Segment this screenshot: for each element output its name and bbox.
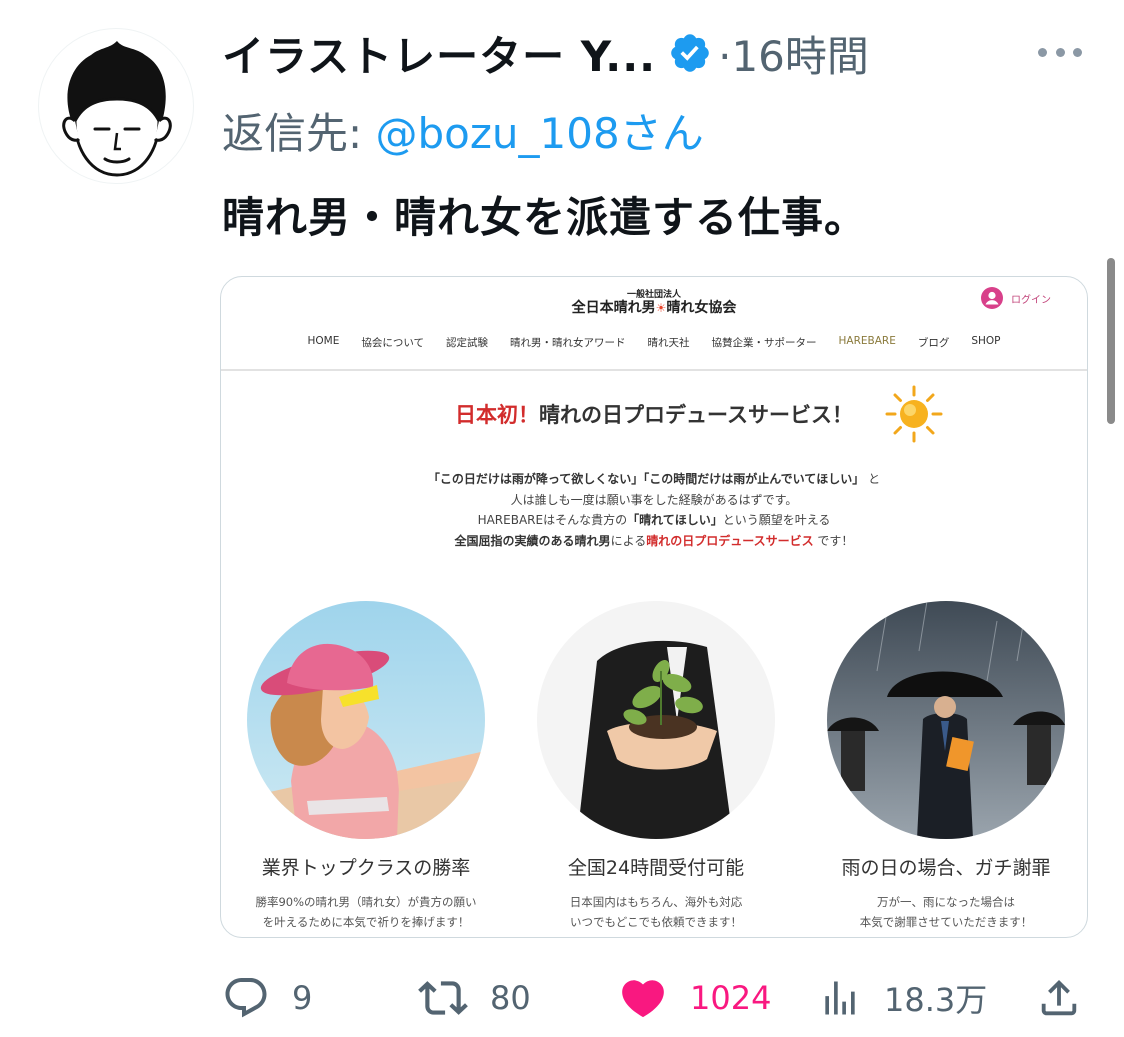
nav-item-award: 晴れ男・晴れ女アワード	[510, 337, 626, 349]
tweet-text: 晴れ男・晴れ女を派遣する仕事。	[222, 193, 868, 242]
nav-item-shop: SHOP	[971, 335, 1001, 347]
feature-description: 日本国内はもちろん、海外も対応 いつでもどこでも依頼できます！	[521, 892, 791, 932]
tweet-image-card[interactable]: 一般社団法人 全日本晴れ男☀晴れ女協会 ログイン HOME 協会について 認定試…	[220, 276, 1088, 938]
headline-rest: 晴れの日プロデュースサービス！	[539, 403, 853, 427]
reply-handle-link[interactable]: @bozu_108さん	[376, 109, 704, 158]
nav-item-sponsors: 協賛企業・サポーター	[711, 337, 817, 349]
headline-red: 日本初！	[455, 403, 540, 427]
headline: 日本初！晴れの日プロデュースサービス！	[221, 399, 1087, 429]
nav-item-exam: 認定試験	[446, 337, 489, 349]
site-title-part-a: 全日本晴れ男	[571, 300, 656, 316]
like-count: 1024	[690, 979, 772, 1017]
feature-photo-girl	[247, 601, 485, 839]
feature-desc-line2: いつでもどこでも依頼できます！	[570, 915, 742, 929]
views-count: 18.3万	[884, 981, 988, 1019]
feature-description: 万が一、雨になった場合は 本気で謝罪させていただきます！	[811, 892, 1081, 932]
login-link: ログイン	[981, 287, 1051, 309]
nav-divider	[221, 369, 1087, 371]
nav-item-harebare-sha: 晴れ天社	[647, 337, 690, 349]
intro-line2: 人は誰しも一度は願い事をした経験があるはずです。	[510, 492, 798, 507]
heart-icon	[622, 980, 664, 1018]
retweet-button[interactable]: 80	[418, 970, 531, 1026]
share-button[interactable]	[1036, 970, 1082, 1026]
intro-line4-b: による	[610, 533, 647, 548]
intro-line3-a: HAREBAREはそんな貴方の	[477, 513, 628, 527]
feature-title: 全国24時間受付可能	[567, 857, 745, 879]
site-title: 全日本晴れ男☀晴れ女協会	[221, 297, 1087, 317]
scrollbar[interactable]	[1107, 258, 1115, 424]
feature-apology: 雨の日の場合、ガチ謝罪 万が一、雨になった場合は 本気で謝罪させていただきます！	[811, 601, 1081, 932]
verified-badge-icon	[671, 34, 709, 72]
like-button[interactable]: 1024	[618, 970, 771, 1026]
login-label: ログイン	[1011, 294, 1051, 306]
intro-line4-d: です！	[813, 533, 854, 548]
retweet-count: 80	[490, 979, 531, 1017]
feature-win-rate: 業界トップクラスの勝率 勝率90%の晴れ男（晴れ女）が貴方の願い を叶えるために…	[231, 601, 501, 932]
feature-desc-line2: を叶えるために本気で祈りを捧げます！	[262, 915, 470, 929]
author-name[interactable]: イラストレーター Y...	[222, 23, 656, 84]
views-button[interactable]: 18.3万	[818, 970, 987, 1026]
feature-photo-umbrella	[827, 601, 1065, 839]
tweet-time[interactable]: ·16時間	[718, 23, 869, 84]
intro-line3-c: という願望を叶える	[722, 513, 831, 527]
nav-item-harebare: HAREBARE	[838, 335, 896, 347]
avatar-illustration	[62, 41, 172, 177]
nav-item-home: HOME	[307, 335, 340, 347]
intro-line4-a: 全国屈指の実績のある晴れ男	[454, 533, 611, 548]
tweet-header: イラストレーター Y... ·16時間	[222, 24, 869, 82]
reply-count: 9	[292, 979, 313, 1017]
reply-prefix: 返信先:	[222, 109, 376, 158]
more-options-icon[interactable]	[1038, 38, 1082, 66]
share-icon	[1041, 979, 1077, 1016]
feature-description: 勝率90%の晴れ男（晴れ女）が貴方の願い を叶えるために本気で祈りを捧げます！	[231, 892, 501, 932]
feature-desc-line1: 日本国内はもちろん、海外も対応	[569, 895, 743, 909]
user-icon	[981, 287, 1003, 309]
nav-item-about: 協会について	[361, 337, 425, 349]
feature-title: 雨の日の場合、ガチ謝罪	[841, 857, 1051, 879]
intro-text: 「この日だけは雨が降って欲しくない」「この時間だけは雨が止んでいてほしい」 と …	[221, 469, 1087, 551]
reply-icon	[225, 978, 267, 1018]
feature-desc-line1: 勝率90%の晴れ男（晴れ女）が貴方の願い	[255, 895, 477, 909]
feature-24h: 全国24時間受付可能 日本国内はもちろん、海外も対応 いつでもどこでも依頼できま…	[521, 601, 791, 932]
feature-photo-plant	[537, 601, 775, 839]
reply-button[interactable]: 9	[222, 970, 312, 1026]
site-nav: HOME 協会について 認定試験 晴れ男・晴れ女アワード 晴れ天社 協賛企業・サ…	[221, 335, 1087, 350]
feature-title: 業界トップクラスの勝率	[261, 857, 471, 879]
reply-to-line: 返信先: @bozu_108さん	[222, 100, 704, 161]
author-avatar[interactable]	[38, 28, 194, 184]
views-analytics-icon	[825, 981, 855, 1015]
intro-line4-c: 晴れの日プロデュースサービス	[646, 533, 814, 548]
intro-line1-tail: と	[864, 472, 881, 486]
sun-icon	[885, 385, 943, 443]
nav-item-blog: ブログ	[917, 337, 950, 349]
retweet-icon	[418, 981, 468, 1015]
intro-line3-b: 「晴れてほしい」	[627, 513, 723, 527]
intro-line1-quote: 「この日だけは雨が降って欲しくない」「この時間だけは雨が止んでいてほしい」	[427, 472, 865, 486]
feature-desc-line1: 万が一、雨になった場合は	[877, 895, 1015, 909]
tweet-action-bar: 9 80 1024 18.3万	[222, 970, 1082, 1026]
site-title-part-b: 晴れ女協会	[666, 300, 737, 316]
small-sun-icon: ☀	[655, 301, 667, 315]
feature-desc-line2: 本気で謝罪させていただきます！	[859, 915, 1033, 929]
